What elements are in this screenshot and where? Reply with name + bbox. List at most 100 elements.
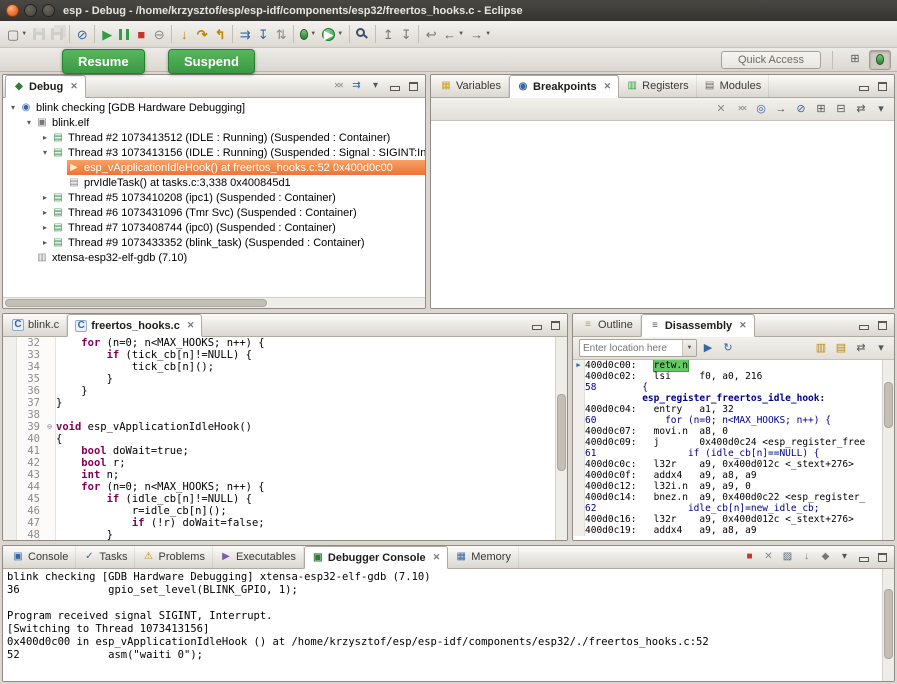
disconnect-button[interactable]: ⊖	[150, 23, 168, 46]
show-source-button[interactable]: ▤	[832, 339, 850, 357]
last-edit-location-button[interactable]: ↩	[422, 23, 440, 46]
resume-button[interactable]: ▶	[98, 23, 116, 46]
skip-all-breakpoints-button[interactable]: ⊘	[73, 23, 91, 46]
dropdown-arrow-icon[interactable]: ▼	[458, 31, 464, 37]
pin-console-button[interactable]: ◆	[817, 549, 834, 566]
skip-all-breakpoints-button[interactable]: ⊘	[792, 100, 810, 118]
save-button[interactable]	[30, 23, 48, 46]
suspend-button[interactable]	[116, 23, 132, 46]
editor-line[interactable]: 37}	[3, 397, 555, 409]
scrollbar-thumb[interactable]	[557, 394, 566, 471]
view-menu-button[interactable]: ▾	[872, 100, 890, 118]
clear-console-button[interactable]: ▨	[779, 549, 796, 566]
scroll-lock-button[interactable]: ↓	[798, 549, 815, 566]
instruction-stepping-button[interactable]: ⇉	[348, 78, 365, 95]
disassembly-line[interactable]: ▶400d0c00: retw.n	[573, 360, 882, 371]
disassembly-line[interactable]: 400d0c0c: l32r a9, 0x400d012c <_stext+27…	[573, 459, 882, 470]
disassembly-line[interactable]: 62 idle_cb[n]=new_idle_cb;	[573, 503, 882, 514]
editor-line[interactable]: 38	[3, 409, 555, 421]
debug-tree-item[interactable]: ▾▣blink.elf	[3, 115, 425, 130]
tab-debug[interactable]: ◆Debug✕	[5, 75, 86, 98]
collapse-all-button[interactable]: ⊟	[832, 100, 850, 118]
remove-terminated-button[interactable]: ✕✕	[329, 78, 346, 95]
terminate-button[interactable]: ■	[132, 23, 150, 46]
drop-to-frame-button[interactable]: ↧	[254, 23, 272, 46]
tree-expander-icon[interactable]: ▸	[39, 238, 51, 247]
tree-expander-icon[interactable]: ▸	[39, 193, 51, 202]
console-vertical-scrollbar[interactable]	[882, 569, 894, 681]
editor-vertical-scrollbar[interactable]	[555, 337, 567, 540]
disassembly-line[interactable]: 61 if (idle_cb[n]==NULL) {	[573, 448, 882, 459]
combo-dropdown-icon[interactable]: ▼	[682, 340, 696, 356]
navigate-to-pc-button[interactable]: ▶	[699, 339, 717, 357]
minimize-button[interactable]	[855, 78, 872, 95]
tab-debugger-console[interactable]: ▣Debugger Console✕	[304, 546, 448, 569]
tree-expander-icon[interactable]: ▾	[7, 103, 19, 112]
tree-expander-icon[interactable]: ▾	[23, 118, 35, 127]
disassembly-line[interactable]: 60 for (n=0; n<MAX_HOOKS; n++) {	[573, 415, 882, 426]
location-combo[interactable]: ▼	[579, 339, 697, 357]
expand-all-button[interactable]: ⊞	[812, 100, 830, 118]
disassembly-line[interactable]: esp_register_freertos_idle_hook:	[573, 393, 882, 404]
open-perspective-button[interactable]: ⊞	[844, 50, 866, 70]
tab-freertos-hooks-c[interactable]: Cfreertos_hooks.c✕	[67, 314, 202, 337]
debug-tree-item[interactable]: ▤prvIdleTask() at tasks.c:3,338 0x400845…	[3, 175, 425, 190]
show-breakpoints-for-button[interactable]: ◎	[752, 100, 770, 118]
tree-expander-icon[interactable]: ▸	[39, 133, 51, 142]
tab-outline[interactable]: ≡Outline	[575, 314, 641, 336]
disassembly-line[interactable]: 400d0c0f: addx4 a9, a8, a9	[573, 470, 882, 481]
debug-tree-item[interactable]: ▥xtensa-esp32-elf-gdb (7.10)	[3, 250, 425, 265]
minimize-button[interactable]	[855, 549, 872, 566]
debug-perspective-button[interactable]	[869, 50, 891, 70]
quick-access-button[interactable]: Quick Access	[721, 51, 821, 69]
back-button[interactable]: ←▼	[440, 23, 467, 46]
show-opcodes-button[interactable]: ▥	[812, 339, 830, 357]
disassembly-line[interactable]: 400d0c07: movi.n a8, 0	[573, 426, 882, 437]
tree-expander-icon[interactable]: ▾	[39, 148, 51, 157]
scrollbar-thumb[interactable]	[5, 299, 267, 307]
debugger-console-content[interactable]: blink checking [GDB Hardware Debugging] …	[3, 569, 882, 681]
disassembly-line[interactable]: 400d0c16: l32r a9, 0x400d012c <_stext+27…	[573, 514, 882, 525]
code-editor[interactable]: 32 for (n=0; n<MAX_HOOKS; n++) {33 if (t…	[3, 337, 555, 540]
debug-tree-item[interactable]: ▸▤Thread #6 1073431096 (Tmr Svc) (Suspen…	[3, 205, 425, 220]
titlebar[interactable]: esp - Debug - /home/krzysztof/esp/esp-id…	[0, 0, 897, 21]
tab-tasks[interactable]: ✓Tasks	[76, 546, 135, 568]
debug-tree-item[interactable]: ▸▤Thread #5 1073410208 (ipc1) (Suspended…	[3, 190, 425, 205]
disassembly-line[interactable]: 400d0c14: bnez.n a9, 0x400d0c22 <esp_reg…	[573, 492, 882, 503]
link-with-view-button[interactable]: ⇄	[852, 339, 870, 357]
disassembly-vertical-scrollbar[interactable]	[882, 360, 894, 540]
debug-tree-item[interactable]: ▸▤Thread #9 1073433352 (blink_task) (Sus…	[3, 235, 425, 250]
tree-expander-icon[interactable]: ▸	[39, 223, 51, 232]
tab-memory[interactable]: ▦Memory	[448, 546, 519, 568]
view-menu-button[interactable]: ▾	[367, 78, 384, 95]
editor-line[interactable]: 33 if (tick_cb[n]!=NULL) {	[3, 349, 555, 361]
disassembly-content[interactable]: ▶400d0c00: retw.n400d0c02: lsi f0, a0, 2…	[573, 360, 882, 540]
disassembly-line[interactable]: 400d0c09: j 0x400d0c24 <esp_register_fre…	[573, 437, 882, 448]
close-tab-icon[interactable]: ✕	[70, 81, 78, 92]
fold-collapse-icon[interactable]: ⊖	[44, 421, 56, 433]
terminate-console-button[interactable]: ■	[741, 549, 758, 566]
step-over-button[interactable]: ↷	[193, 23, 211, 46]
maximize-button[interactable]	[405, 78, 422, 95]
window-close-button[interactable]	[6, 4, 19, 17]
editor-line[interactable]: 43 int n;	[3, 469, 555, 481]
link-with-debug-button[interactable]: ⇄	[852, 100, 870, 118]
next-annotation-button[interactable]: ↧	[397, 23, 415, 46]
editor-line[interactable]: 42 bool r;	[3, 457, 555, 469]
save-all-button[interactable]	[48, 23, 66, 46]
editor-line[interactable]: 32 for (n=0; n<MAX_HOOKS; n++) {	[3, 337, 555, 349]
remove-all-breakpoints-button[interactable]: ✕✕	[732, 100, 750, 118]
editor-line[interactable]: 45 if (idle_cb[n]!=NULL) {	[3, 493, 555, 505]
close-tab-icon[interactable]: ✕	[187, 320, 195, 331]
debug-tree-item[interactable]: ▾▤Thread #3 1073413156 (IDLE : Running) …	[3, 145, 425, 160]
tab-console[interactable]: ▣Console	[5, 546, 76, 568]
dropdown-arrow-icon[interactable]: ▼	[310, 31, 316, 37]
scrollbar-thumb[interactable]	[884, 589, 893, 658]
debug-tree-item[interactable]: ▶esp_vApplicationIdleHook() at freertos_…	[3, 160, 425, 175]
forward-button[interactable]: →▼	[467, 23, 494, 46]
debug-tree-item[interactable]: ▸▤Thread #2 1073413512 (IDLE : Running) …	[3, 130, 425, 145]
editor-line[interactable]: 44 for (n=0; n<MAX_HOOKS; n++) {	[3, 481, 555, 493]
location-input[interactable]	[580, 343, 682, 354]
editor-line[interactable]: 39⊖void esp_vApplicationIdleHook()	[3, 421, 555, 433]
step-into-button[interactable]: ↓	[175, 23, 193, 46]
